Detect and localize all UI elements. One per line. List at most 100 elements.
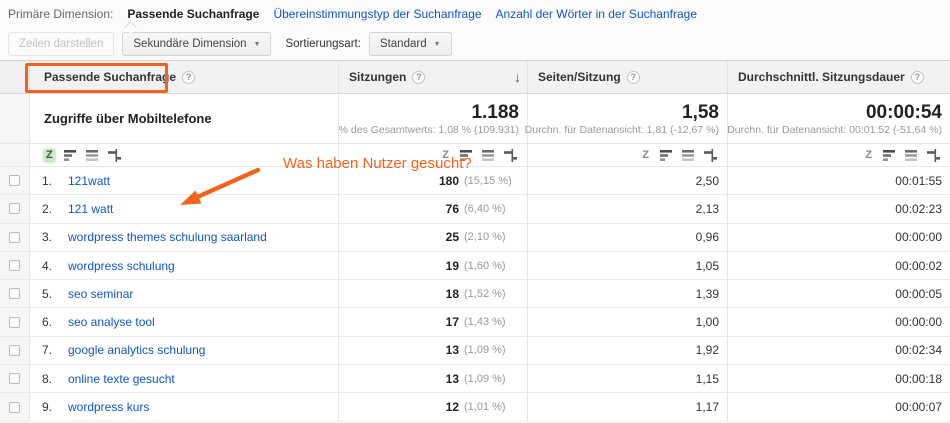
pages-per-session-value: 1,92 bbox=[695, 343, 719, 358]
summary-pages-subtext: Durchn. für Datenansicht: 1,81 (-12,67 %… bbox=[524, 123, 719, 136]
sessions-value: 180 bbox=[438, 173, 459, 188]
help-icon[interactable]: ? bbox=[910, 70, 924, 84]
sessions-cell: 12 (1,01 %) bbox=[338, 393, 527, 421]
help-icon[interactable]: ? bbox=[626, 70, 640, 84]
pages-per-session-value: 0,96 bbox=[695, 230, 719, 245]
sessions-percent: (1,60 %) bbox=[464, 259, 506, 272]
dimension-link-match-type[interactable]: Übereinstimmungstyp der Suchanfrage bbox=[273, 7, 481, 21]
sessions-value: 25 bbox=[445, 230, 459, 245]
summary-sessions: 1.188 % des Gesamtwerts: 1,08 % (109.931… bbox=[338, 94, 527, 143]
column-header-sessions[interactable]: Sitzungen ? ↓ bbox=[338, 61, 527, 93]
summary-pages-value: 1,58 bbox=[682, 101, 719, 123]
sessions-percent: (1,52 %) bbox=[464, 287, 506, 300]
sessions-percent: (15,15 %) bbox=[464, 174, 512, 187]
query-link[interactable]: online texte gesucht bbox=[68, 372, 175, 386]
comparison-icon[interactable] bbox=[704, 148, 717, 162]
pages-per-session-value: 1,05 bbox=[695, 258, 719, 273]
icons-checkbox-cell bbox=[0, 144, 30, 166]
row-checkbox-cell bbox=[0, 280, 30, 308]
segment-title: Zugriffe über Mobiltelefone bbox=[44, 111, 212, 126]
secondary-dimension-button[interactable]: Sekundäre Dimension ▼ bbox=[122, 32, 272, 56]
row-checkbox-cell bbox=[0, 393, 30, 421]
sort-type-button[interactable]: Standard ▼ bbox=[368, 32, 452, 56]
comparison-icon[interactable] bbox=[504, 148, 517, 162]
dimension-selected[interactable]: Passende Suchanfrage bbox=[127, 7, 259, 21]
column-header-pages-per-session[interactable]: Seiten/Sitzung ? bbox=[527, 61, 727, 93]
primary-dimension-bar: Primäre Dimension: Passende Suchanfrage … bbox=[0, 0, 950, 28]
table-header-row: Passende Suchanfrage ? Sitzungen ? ↓ Sei… bbox=[0, 61, 950, 94]
query-cell: 6. seo analyse tool bbox=[30, 308, 338, 335]
summary-row: Zugriffe über Mobiltelefone 1.188 % des … bbox=[0, 94, 950, 144]
bar-chart-icon[interactable] bbox=[883, 149, 896, 162]
comparison-icon[interactable] bbox=[927, 148, 940, 162]
summary-sessions-subtext: % des Gesamtwerts: 1,08 % (109.931) bbox=[338, 123, 519, 136]
row-checkbox[interactable] bbox=[9, 316, 20, 328]
row-checkbox-cell bbox=[0, 195, 30, 223]
plot-rows-label: Zeilen darstellen bbox=[19, 38, 104, 50]
row-checkbox[interactable] bbox=[9, 175, 20, 187]
avg-duration-value: 00:00:00 bbox=[895, 315, 942, 330]
row-checkbox[interactable] bbox=[9, 401, 20, 413]
sessions-cell: 13 (1,09 %) bbox=[338, 336, 527, 365]
pages-per-session-cell: 1,17 bbox=[527, 393, 727, 421]
row-checkbox-cell bbox=[0, 336, 30, 365]
sessions-value: 13 bbox=[445, 371, 459, 386]
pages-per-session-cell: 2,13 bbox=[527, 195, 727, 223]
row-checkbox-cell bbox=[0, 365, 30, 393]
avg-duration-cell: 00:01:55 bbox=[727, 167, 950, 195]
query-link[interactable]: wordpress schulung bbox=[68, 259, 175, 273]
bar-chart-icon[interactable] bbox=[660, 149, 673, 162]
query-link[interactable]: seo analyse tool bbox=[68, 315, 155, 329]
query-link[interactable]: seo seminar bbox=[68, 287, 133, 301]
query-link[interactable]: google analytics schulung bbox=[68, 343, 205, 357]
table-row: 2. 121 watt 76 (6,40 %) 2,13 00:02:23 bbox=[0, 195, 950, 224]
query-link[interactable]: 121 watt bbox=[68, 202, 113, 216]
plot-rows-button[interactable]: Zeilen darstellen bbox=[8, 32, 115, 56]
avg-duration-cell: 00:00:18 bbox=[727, 365, 950, 393]
query-cell: 2. 121 watt bbox=[30, 195, 338, 222]
row-checkbox[interactable] bbox=[9, 344, 20, 356]
pages-per-session-cell: 2,50 bbox=[527, 167, 727, 195]
pages-per-session-value: 1,15 bbox=[695, 371, 719, 386]
comparison-icon[interactable] bbox=[107, 148, 121, 162]
bar-chart-icon[interactable] bbox=[63, 149, 77, 162]
column-header-avg-duration[interactable]: Durchschnittl. Sitzungsdauer ? bbox=[727, 61, 950, 93]
avg-duration-cell: 00:02:23 bbox=[727, 195, 950, 223]
secondary-dimension-label: Sekundäre Dimension bbox=[133, 38, 247, 50]
sessions-cell: 17 (1,43 %) bbox=[338, 308, 527, 336]
percentage-bars-icon[interactable] bbox=[482, 149, 495, 162]
avg-duration-value: 00:00:18 bbox=[895, 371, 942, 386]
pages-column-icons: Z bbox=[527, 144, 727, 166]
query-link[interactable]: wordpress kurs bbox=[68, 400, 149, 414]
avg-duration-value: 00:02:23 bbox=[895, 201, 942, 216]
percentage-bars-icon[interactable] bbox=[905, 149, 918, 162]
query-link[interactable]: 121watt bbox=[68, 174, 110, 188]
row-checkbox[interactable] bbox=[9, 231, 20, 243]
help-icon[interactable]: ? bbox=[182, 70, 196, 84]
weighted-sort-icon[interactable]: Z bbox=[863, 149, 874, 162]
query-link[interactable]: wordpress themes schulung saarland bbox=[68, 230, 267, 244]
dimension-link-word-count[interactable]: Anzahl der Wörter in der Suchanfrage bbox=[496, 7, 697, 21]
summary-duration-subtext: Durchn. für Datenansicht: 00:01:52 (-51,… bbox=[727, 123, 942, 136]
table-row: 9. wordpress kurs 12 (1,01 %) 1,17 00:00:07 bbox=[0, 393, 950, 422]
sort-desc-arrow-icon[interactable]: ↓ bbox=[514, 69, 521, 85]
avg-duration-value: 00:00:00 bbox=[895, 230, 942, 245]
summary-duration: 00:00:54 Durchn. für Datenansicht: 00:01… bbox=[727, 94, 950, 143]
row-checkbox[interactable] bbox=[9, 203, 20, 215]
percentage-bars-icon[interactable] bbox=[682, 149, 695, 162]
column-header-duration-label: Durchschnittl. Sitzungsdauer bbox=[738, 70, 905, 84]
row-checkbox[interactable] bbox=[9, 260, 20, 272]
row-index: 7. bbox=[42, 343, 53, 358]
pages-per-session-cell: 1,39 bbox=[527, 280, 727, 308]
percentage-bars-icon[interactable] bbox=[85, 149, 99, 162]
column-header-pages-label: Seiten/Sitzung bbox=[538, 70, 621, 84]
pages-per-session-value: 1,39 bbox=[695, 286, 719, 301]
sessions-value: 13 bbox=[445, 343, 459, 358]
row-checkbox[interactable] bbox=[9, 373, 20, 385]
weighted-sort-icon[interactable]: Z bbox=[640, 149, 651, 162]
weighted-sort-icon[interactable]: Z bbox=[44, 148, 55, 162]
column-header-query[interactable]: Passende Suchanfrage ? bbox=[30, 61, 338, 93]
row-checkbox[interactable] bbox=[9, 288, 20, 300]
sessions-percent: (1,09 %) bbox=[464, 344, 506, 357]
help-icon[interactable]: ? bbox=[412, 70, 426, 84]
